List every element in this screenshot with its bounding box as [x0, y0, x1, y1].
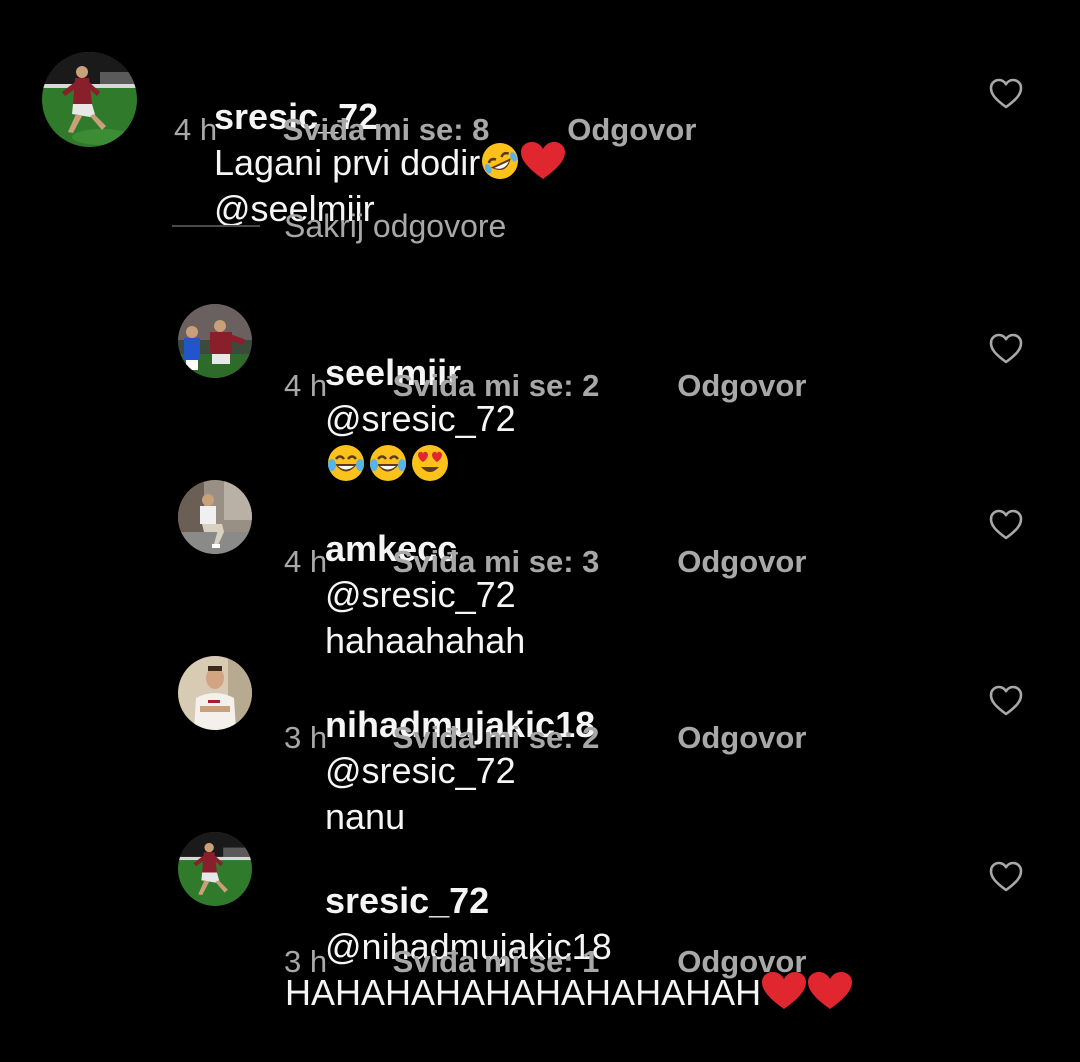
reply-meta: 3 h Sviđa mi se: 2 Odgovor: [284, 720, 806, 756]
avatar-football-player-image: [42, 52, 137, 147]
tears-of-joy-emoji: [367, 443, 409, 483]
comment-meta: 4 h Sviđa mi se: 8 Odgovor: [174, 112, 696, 148]
heart-outline-icon: [989, 861, 1023, 892]
reply-likes-count[interactable]: Sviđa mi se: 3: [393, 544, 669, 580]
reply-time: 4 h: [284, 368, 328, 403]
comment-time: 4 h: [174, 112, 218, 147]
reply-meta: 4 h Sviđa mi se: 2 Odgovor: [284, 368, 806, 404]
reply-button[interactable]: Odgovor: [677, 544, 806, 580]
reply-meta: 4 h Sviđa mi se: 3 Odgovor: [284, 544, 806, 580]
reply-button[interactable]: Odgovor: [677, 944, 806, 980]
heart-outline-icon: [989, 509, 1023, 540]
reply-likes-count[interactable]: Sviđa mi se: 1: [393, 944, 669, 980]
reply-meta: 3 h Sviđa mi se: 1 Odgovor: [284, 944, 806, 980]
avatar-football-match-image: [178, 304, 252, 378]
like-button[interactable]: [989, 508, 1023, 542]
heart-outline-icon: [989, 333, 1023, 364]
avatar[interactable]: [178, 480, 252, 554]
reply-button[interactable]: Odgovor: [567, 112, 696, 148]
avatar[interactable]: [178, 304, 252, 378]
avatar-man-portrait-image: [178, 656, 252, 730]
like-button[interactable]: [989, 860, 1023, 894]
reply-time: 3 h: [284, 720, 328, 755]
heart-outline-icon: [989, 78, 1023, 109]
reply-likes-count[interactable]: Sviđa mi se: 2: [393, 368, 669, 404]
red-heart-emoji: [807, 971, 853, 1011]
avatar[interactable]: [178, 832, 252, 906]
divider-line: [172, 225, 260, 227]
comment-message: Lagani prvi dodir: [214, 142, 481, 183]
reply-username[interactable]: sresic_72: [325, 880, 489, 921]
reply-message: nanu: [325, 796, 406, 837]
avatar-man-sitting-image: [178, 480, 252, 554]
reply-button[interactable]: Odgovor: [677, 368, 806, 404]
like-button[interactable]: [989, 332, 1023, 366]
reply-message: hahaahahah: [325, 620, 526, 661]
like-button[interactable]: [989, 684, 1023, 718]
heart-outline-icon: [989, 685, 1023, 716]
heart-eyes-emoji: [409, 443, 451, 483]
avatar[interactable]: [42, 52, 137, 147]
avatar[interactable]: [178, 656, 252, 730]
reply-mention[interactable]: @sresic_72: [325, 750, 516, 791]
reply-mention[interactable]: @sresic_72: [325, 398, 516, 439]
reply-button[interactable]: Odgovor: [677, 720, 806, 756]
hide-replies-label: Sakrij odgovore: [284, 208, 507, 244]
like-button[interactable]: [989, 77, 1023, 111]
comment-likes-count[interactable]: Sviđa mi se: 8: [283, 112, 559, 148]
reply-time: 4 h: [284, 544, 328, 579]
reply-likes-count[interactable]: Sviđa mi se: 2: [393, 720, 669, 756]
tears-of-joy-emoji: [325, 443, 367, 483]
reply-mention[interactable]: @sresic_72: [325, 574, 516, 615]
reply-time: 3 h: [284, 944, 328, 979]
avatar-football-player-image: [178, 832, 252, 906]
comment-item: sresic_72 Lagani prvi dodir @seelmiir 4 …: [0, 0, 1080, 229]
